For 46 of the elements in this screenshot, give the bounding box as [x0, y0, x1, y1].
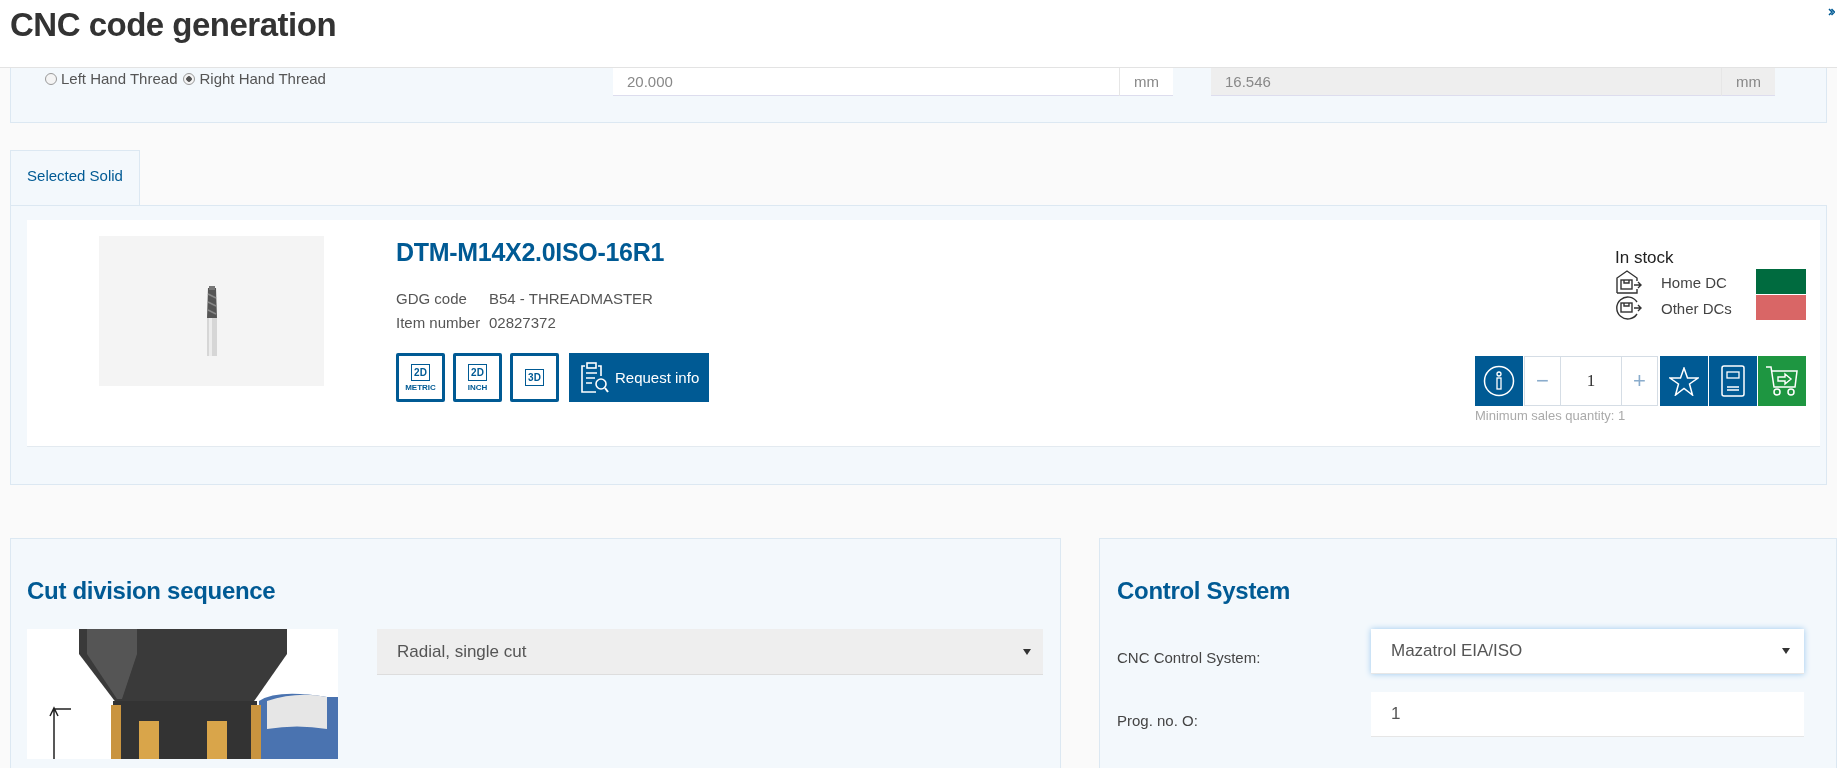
caret-icon [1023, 648, 1031, 655]
info-icon [1483, 365, 1515, 397]
stock-location: Home DC [1661, 273, 1728, 291]
field-label: Prog. no. O: [1117, 711, 1199, 729]
quantity-field[interactable]: 1 [1561, 356, 1621, 406]
cart-icon [1765, 365, 1799, 397]
cut-sequence-select[interactable]: Radial, single cut [377, 629, 1043, 675]
detail-label: GDG code [396, 289, 468, 309]
field-value: 16.546 [1225, 73, 1271, 90]
detail-value: B54 - THREADMASTER [489, 289, 653, 309]
request-info-button[interactable]: Request info [569, 353, 710, 402]
tab[interactable]: Selected Solid [10, 150, 140, 205]
control-system-select[interactable]: Mazatrol EIA/ISO [1371, 629, 1804, 674]
download-button[interactable]: 2D METRIC [396, 353, 445, 402]
minimum-quantity-note: Minimum sales quantity: 1 [1475, 408, 1627, 423]
warehouse-box-icon [1615, 269, 1643, 295]
section-title: Cut division sequence [27, 577, 277, 605]
radio-label: Right Hand Thread [199, 70, 326, 87]
add-to-cart-button[interactable] [1758, 356, 1806, 406]
stock-title: In stock [1615, 248, 1675, 268]
caret-icon [1782, 648, 1790, 654]
book-icon [1721, 365, 1745, 397]
favorite-button[interactable] [1660, 356, 1708, 406]
star-icon [1669, 366, 1699, 396]
program-number-field[interactable]: 1 [1371, 692, 1804, 737]
unit-label: mm [1119, 67, 1159, 96]
unit-label: mm [1721, 67, 1761, 96]
clipboard-search-icon [579, 361, 609, 394]
download-button[interactable]: 2D INCH [453, 353, 502, 402]
product-title: DTM-M14X2.0ISO-16R1 [396, 237, 665, 267]
detail-label: Item number [396, 313, 482, 333]
radio-button[interactable] [183, 72, 196, 85]
box-circle-icon [1615, 295, 1643, 321]
radio-label: Left Hand Thread [61, 70, 178, 87]
detail-value: 02827372 [489, 313, 556, 333]
radio-button[interactable] [45, 72, 57, 85]
window-title: CNC code generation [9, 5, 337, 44]
field-value: 20.000 [627, 73, 673, 90]
info-button[interactable] [1475, 356, 1523, 406]
stock-location: Other DCs [1661, 299, 1733, 317]
chevron-icon[interactable] [1828, 8, 1835, 16]
section-title: Control System [1117, 577, 1292, 605]
field-label: CNC Control System: [1117, 648, 1262, 666]
dimension-field[interactable]: 20.000 mm [613, 68, 1173, 96]
download-button[interactable]: 3D [510, 353, 559, 402]
catalog-button[interactable] [1709, 356, 1757, 406]
